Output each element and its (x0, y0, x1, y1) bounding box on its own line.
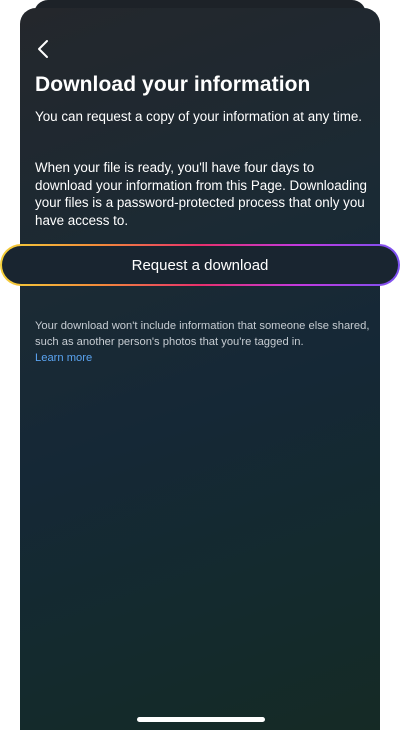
notice-text: Your download won't include information … (35, 320, 370, 348)
request-download-button-border[interactable]: Request a download (0, 244, 400, 286)
request-download-button[interactable]: Request a download (2, 246, 398, 284)
home-indicator[interactable] (137, 717, 265, 722)
download-notice: Your download won't include information … (35, 319, 370, 366)
back-button[interactable] (30, 36, 56, 62)
chevron-left-icon (38, 40, 48, 58)
intro-paragraph: You can request a copy of your informati… (35, 109, 363, 124)
details-paragraph: When your file is ready, you'll have fou… (35, 160, 367, 228)
device-frame: Download your information You can reques… (0, 0, 400, 730)
page-title: Download your information (35, 73, 311, 96)
learn-more-link[interactable]: Learn more (35, 351, 370, 367)
